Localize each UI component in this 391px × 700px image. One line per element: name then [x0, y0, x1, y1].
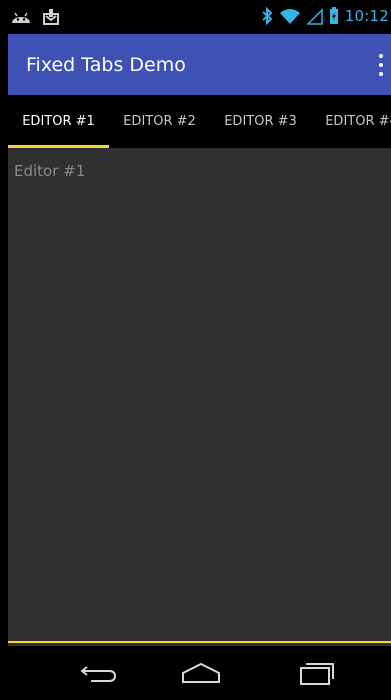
tab-bar: EDITOR #1 EDITOR #2 EDITOR #3 EDITOR #4 [8, 95, 391, 148]
status-time: 10:12 [344, 7, 389, 25]
app-bar: Fixed Tabs Demo [8, 34, 391, 95]
status-left-icons [10, 8, 60, 26]
tab-editor-4[interactable]: EDITOR #4 [311, 95, 391, 148]
back-icon[interactable] [72, 658, 126, 688]
bluetooth-icon [262, 7, 273, 25]
recents-icon[interactable] [290, 658, 344, 688]
status-right-icons: 10:12 [261, 7, 389, 25]
signal-icon [306, 8, 323, 25]
download-icon [43, 9, 59, 25]
tab-editor-2[interactable]: EDITOR #2 [109, 95, 210, 148]
editor-text: Editor #1 [14, 162, 86, 180]
home-icon[interactable] [174, 658, 228, 688]
navigation-bar [0, 646, 391, 700]
app-title: Fixed Tabs Demo [26, 54, 186, 76]
android-icon [12, 12, 30, 23]
content-divider [8, 641, 391, 643]
wifi-icon [279, 9, 300, 24]
editor-content: Editor #1 [8, 148, 391, 646]
battery-icon [329, 7, 338, 24]
tab-editor-3[interactable]: EDITOR #3 [210, 95, 311, 148]
tab-editor-1[interactable]: EDITOR #1 [8, 95, 109, 148]
phone-screen: 10:12 Fixed Tabs Demo EDITOR #1 EDITOR #… [0, 0, 391, 700]
status-bar: 10:12 [8, 0, 391, 34]
more-vert-icon[interactable] [377, 54, 385, 76]
